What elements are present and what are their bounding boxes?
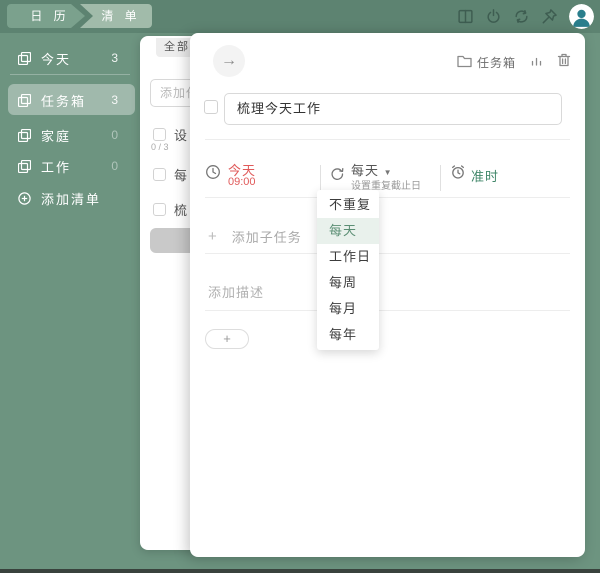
repeat-icon bbox=[329, 166, 345, 182]
list-name-label: 任务箱 bbox=[476, 56, 516, 70]
move-to-list-button[interactable]: 任务箱 bbox=[457, 54, 516, 71]
sidebar-add-list-label: 添加清单 bbox=[41, 191, 102, 207]
clock-icon bbox=[205, 164, 221, 180]
subtask-progress: 0 / 3 bbox=[151, 142, 169, 152]
divider bbox=[320, 165, 321, 191]
pin-icon[interactable] bbox=[541, 8, 558, 25]
reminder-label[interactable]: 准时 bbox=[471, 166, 499, 185]
menu-item-monthly[interactable]: 每月 bbox=[317, 296, 379, 322]
list-icon bbox=[17, 159, 32, 173]
repeat-dropdown-menu: 不重复 每天 工作日 每周 每月 每年 bbox=[317, 190, 379, 350]
divider bbox=[205, 310, 570, 311]
topbar: 日 历 清 单 bbox=[0, 0, 600, 33]
menu-item-workdays[interactable]: 工作日 bbox=[317, 244, 379, 270]
divider bbox=[205, 139, 570, 140]
topbar-icons bbox=[457, 4, 594, 29]
plus-icon: + bbox=[208, 228, 218, 245]
sidebar-item-count: 0 bbox=[111, 128, 118, 142]
due-time-label[interactable]: 09:00 bbox=[228, 176, 256, 188]
sidebar-item-today[interactable]: 今天 3 bbox=[0, 45, 140, 71]
tab-calendar[interactable]: 日 历 bbox=[7, 4, 85, 28]
task-title-input[interactable]: 梳理今天工作 bbox=[224, 93, 562, 125]
power-icon[interactable] bbox=[485, 8, 502, 25]
list-icon bbox=[17, 128, 32, 142]
menu-item-daily[interactable]: 每天 bbox=[317, 218, 379, 244]
window-bottom-edge bbox=[0, 569, 600, 573]
add-description-input[interactable]: 添加描述 bbox=[208, 282, 264, 301]
sidebar-item-label: 工作 bbox=[41, 159, 72, 175]
sidebar-item-label: 家庭 bbox=[41, 128, 72, 144]
sidebar: 今天 3 任务箱 3 家庭 0 工作 0 添加清单 bbox=[0, 33, 140, 573]
menu-item-no-repeat[interactable]: 不重复 bbox=[317, 192, 379, 218]
divider bbox=[440, 165, 441, 191]
back-arrow-button[interactable]: → bbox=[213, 45, 245, 77]
sidebar-item-label: 任务箱 bbox=[41, 93, 87, 109]
task-label: 每 bbox=[174, 168, 188, 183]
split-view-icon[interactable] bbox=[457, 8, 474, 25]
repeat-value: 每天 bbox=[351, 163, 380, 178]
stats-bars-icon[interactable] bbox=[530, 54, 543, 72]
menu-item-weekly[interactable]: 每周 bbox=[317, 270, 379, 296]
task-checkbox[interactable] bbox=[153, 168, 166, 181]
sidebar-item-family[interactable]: 家庭 0 bbox=[0, 122, 140, 148]
sidebar-divider bbox=[10, 74, 130, 75]
task-label: 梳 bbox=[174, 203, 188, 218]
task-checkbox[interactable] bbox=[153, 128, 166, 141]
detail-header-actions: 任务箱 bbox=[457, 53, 571, 72]
sidebar-item-work[interactable]: 工作 0 bbox=[0, 153, 140, 179]
task-row[interactable]: 每 bbox=[153, 165, 187, 184]
task-label: 设 bbox=[174, 128, 188, 143]
sidebar-add-list[interactable]: 添加清单 bbox=[0, 185, 140, 211]
divider bbox=[205, 197, 570, 198]
sidebar-item-label: 今天 bbox=[41, 51, 72, 67]
list-icon bbox=[17, 51, 32, 65]
add-circle-icon bbox=[18, 191, 31, 205]
detail-task-checkbox[interactable] bbox=[204, 100, 218, 114]
sync-icon[interactable] bbox=[513, 8, 530, 25]
menu-item-yearly[interactable]: 每年 bbox=[317, 322, 379, 348]
task-detail-panel: → 任务箱 梳理今天工作 今天 09:00 每天 ▼ 设置重复截止日 准时 + … bbox=[190, 33, 585, 557]
sidebar-item-count: 0 bbox=[111, 159, 118, 173]
task-row[interactable]: 梳 bbox=[153, 200, 187, 219]
alarm-icon bbox=[450, 164, 466, 180]
folder-icon bbox=[457, 55, 472, 71]
divider bbox=[205, 253, 570, 254]
user-avatar[interactable] bbox=[569, 4, 594, 29]
task-checkbox[interactable] bbox=[153, 203, 166, 216]
add-button[interactable]: + bbox=[205, 329, 249, 349]
tab-checklist[interactable]: 清 单 bbox=[80, 4, 152, 28]
caret-down-icon: ▼ bbox=[383, 168, 393, 177]
list-icon bbox=[17, 93, 32, 107]
sidebar-item-taskbox[interactable]: 任务箱 3 bbox=[0, 87, 140, 113]
trash-icon[interactable] bbox=[557, 53, 571, 72]
add-subtask-button[interactable]: + 添加子任务 bbox=[208, 227, 302, 246]
sidebar-item-count: 3 bbox=[111, 93, 118, 107]
sidebar-item-count: 3 bbox=[111, 51, 118, 65]
add-subtask-label: 添加子任务 bbox=[231, 230, 302, 245]
